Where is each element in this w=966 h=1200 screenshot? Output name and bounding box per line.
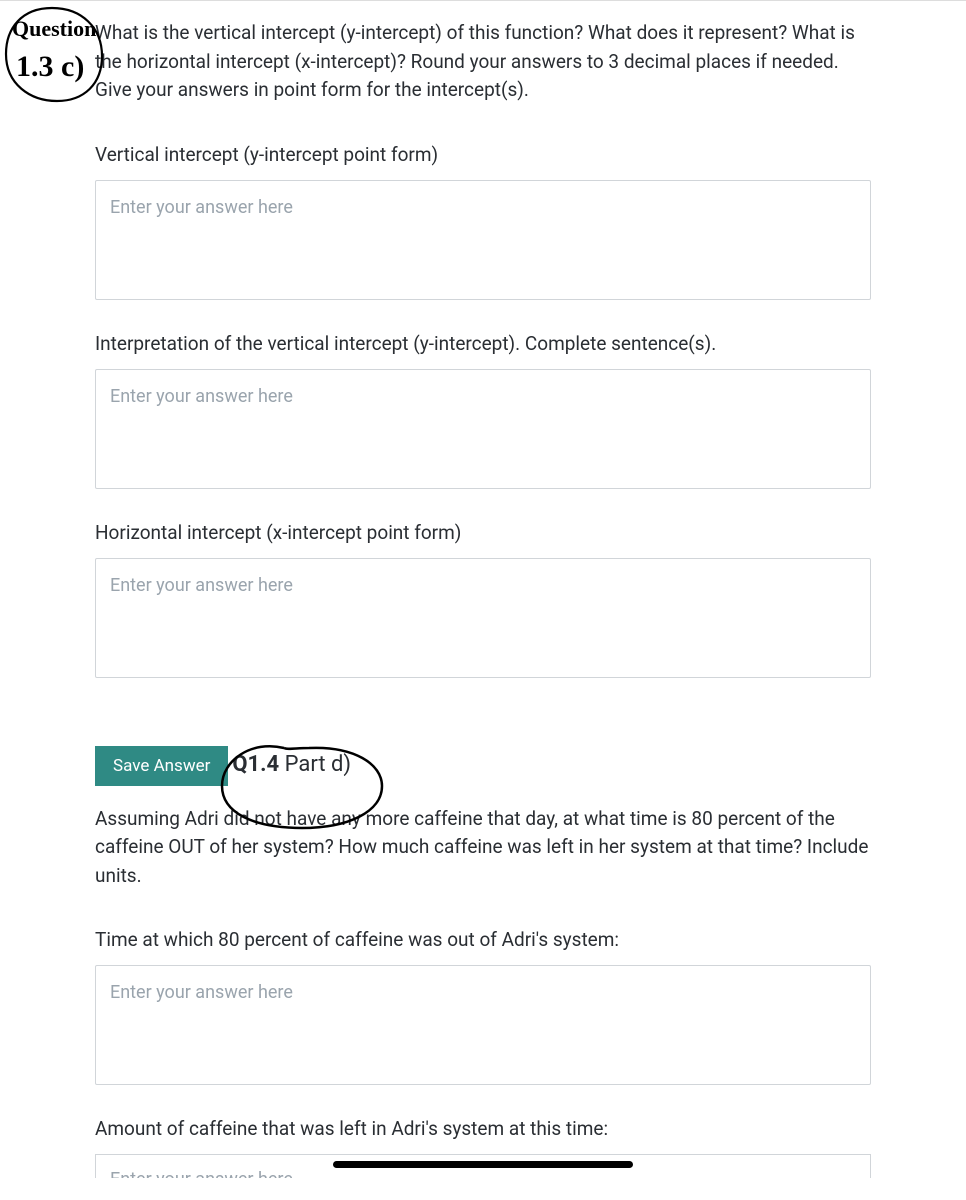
q14-heading-bold: Q1.4 xyxy=(232,752,279,777)
q14-prompt: Assuming Adri did not have any more caff… xyxy=(95,805,871,891)
q14-field1-input[interactable] xyxy=(95,965,871,1085)
q13-field2-label: Interpretation of the vertical intercept… xyxy=(95,332,871,355)
q13-field2-input[interactable] xyxy=(95,369,871,489)
q14-field1-label: Time at which 80 percent of caffeine was… xyxy=(95,928,871,951)
content-container: What is the vertical intercept (y-interc… xyxy=(0,0,966,1178)
q14-field2-label: Amount of caffeine that was left in Adri… xyxy=(95,1117,871,1140)
q14-heading: Q1.4 Part d) xyxy=(232,752,351,777)
q13-field3-input[interactable] xyxy=(95,558,871,678)
q14-heading-part: Part d) xyxy=(279,752,351,777)
q13-field1-input[interactable] xyxy=(95,180,871,300)
q13-field3-label: Horizontal intercept (x-intercept point … xyxy=(95,521,871,544)
horizontal-scrollbar-thumb[interactable] xyxy=(333,1161,633,1168)
save-button[interactable]: Save Answer xyxy=(95,746,228,786)
q13-field1-label: Vertical intercept (y-intercept point fo… xyxy=(95,143,871,166)
q13-prompt: What is the vertical intercept (y-interc… xyxy=(95,19,871,105)
